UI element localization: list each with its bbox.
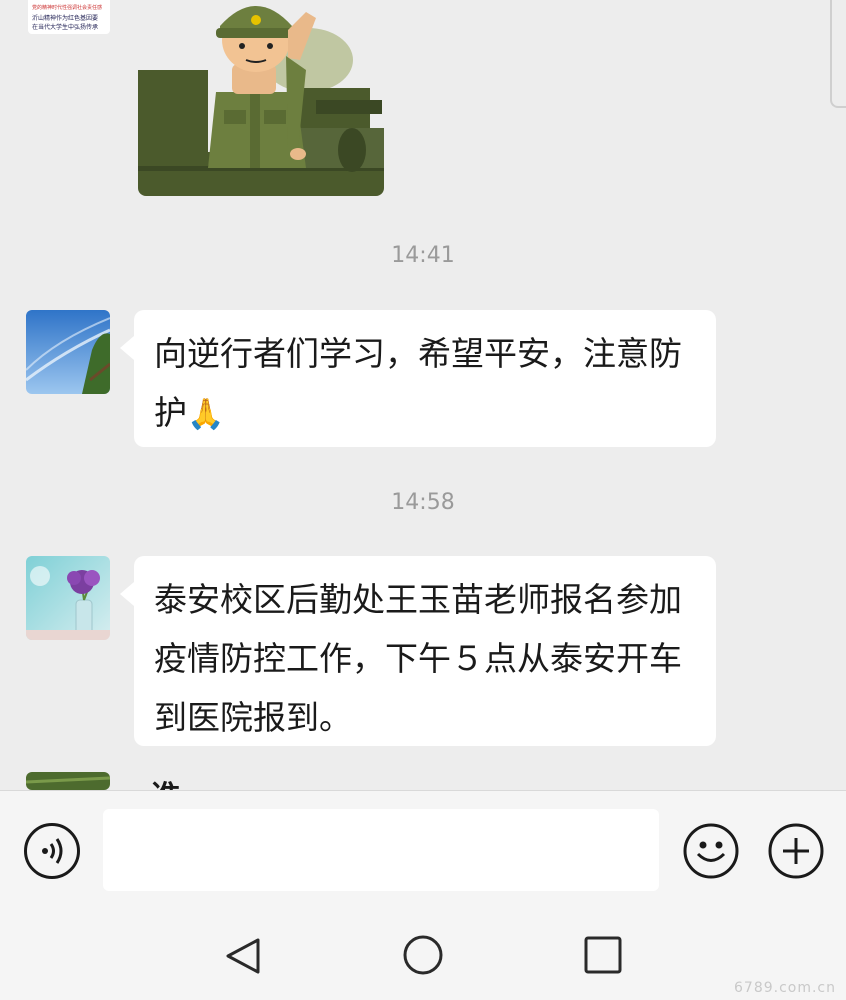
home-icon[interactable] (402, 934, 444, 976)
recent-apps-icon[interactable] (584, 936, 622, 974)
sender-avatar-partial[interactable] (26, 772, 110, 790)
message-text-1: 向逆行者们学习，希望平安，注意防护 (154, 334, 682, 432)
timestamp-2: 14:58 (391, 490, 455, 515)
shared-article-thumbnail[interactable]: 党的精神时代性强调社会责任感 沂山精神作为红色基因要 在当代大学生中弘扬传承 (28, 0, 110, 34)
timestamp-1: 14:41 (391, 243, 455, 268)
thumbnail-line-3: 在当代大学生中弘扬传承 (32, 24, 99, 31)
message-bubble-2[interactable]: 泰安校区后勤处王玉苗老师报名参加疫情防控工作，下午５点从泰安开车到医院报到。 (120, 556, 716, 746)
voice-input-icon[interactable] (24, 823, 80, 879)
chat-area[interactable]: 党的精神时代性强调社会责任感 沂山精神作为红色基因要 在当代大学生中弘扬传承 1… (0, 0, 846, 790)
thumbnail-line-1: 党的精神时代性强调社会责任感 (32, 5, 103, 11)
emoji-icon[interactable] (683, 823, 739, 879)
scroll-indicator (830, 0, 846, 108)
input-bar (0, 790, 846, 909)
message-text-2: 泰安校区后勤处王玉苗老师报名参加疫情防控工作，下午５点从泰安开车到医院报到。 (154, 580, 682, 737)
sender-avatar-sky[interactable] (26, 310, 110, 394)
soldier-salute-sticker[interactable] (138, 0, 384, 198)
sender-avatar-flower[interactable] (26, 556, 110, 640)
message-bubble-1[interactable]: 向逆行者们学习，希望平安，注意防护🙏 (120, 310, 716, 447)
thumbnail-line-2: 沂山精神作为红色基因要 (32, 15, 99, 22)
watermark: 6789.com.cn (734, 980, 836, 996)
partial-sender-name: 谯 (150, 772, 180, 790)
pray-emoji-icon: 🙏 (187, 397, 225, 432)
plus-icon[interactable] (768, 823, 824, 879)
message-input[interactable] (103, 809, 659, 891)
back-icon[interactable] (222, 936, 262, 976)
system-navigation-bar: 6789.com.cn (0, 908, 846, 1000)
